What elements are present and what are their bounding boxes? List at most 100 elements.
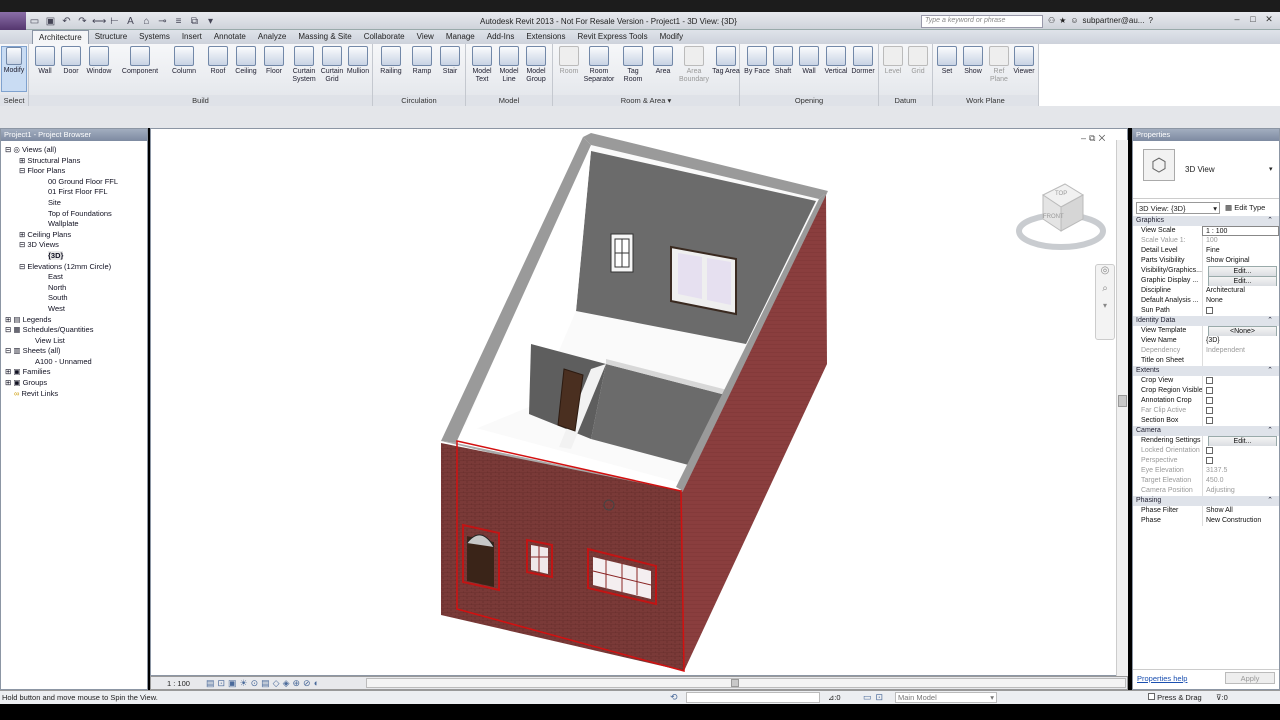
rendering-edit-button[interactable]: Edit... <box>1208 436 1277 446</box>
edit-type-button[interactable]: ▦ Edit Type <box>1223 202 1277 214</box>
aligned-dimension-icon[interactable]: ⊢ <box>108 16 121 27</box>
tree-item-sheets[interactable]: ⊟ ▥ Sheets (all) <box>1 346 147 357</box>
roof-button[interactable]: Roof <box>204 46 232 76</box>
properties-help-link[interactable]: Properties help <box>1137 674 1187 683</box>
subscription-icon[interactable]: ★ <box>1059 16 1066 25</box>
room-separator-button[interactable]: Room Separator <box>581 46 617 84</box>
viewcube-top[interactable]: TOP <box>1055 191 1067 197</box>
tag-area-button[interactable]: Tag Area <box>712 46 740 76</box>
zoom-icon[interactable]: ⌕ <box>1096 283 1114 301</box>
viewport-horizontal-thumb[interactable] <box>731 679 739 687</box>
steering-wheel-icon[interactable]: ◎ <box>1096 265 1114 283</box>
camera-section[interactable]: Camera <box>1133 426 1279 436</box>
locked-orientation-checkbox[interactable] <box>1206 447 1213 454</box>
worksets-icon[interactable]: ⟲ <box>670 692 678 703</box>
tab-systems[interactable]: Systems <box>133 30 176 44</box>
floor-button[interactable]: Floor <box>260 46 288 76</box>
viewcube[interactable]: TOP FRONT <box>1013 181 1113 261</box>
tree-item-north[interactable]: North <box>1 283 147 294</box>
phasing-section[interactable]: Phasing <box>1133 496 1279 506</box>
open-icon[interactable]: ▭ <box>28 16 41 27</box>
set-button[interactable]: Set <box>933 46 961 76</box>
curtain-grid-button[interactable]: Curtain Grid <box>318 46 346 84</box>
redo-icon[interactable]: ↷ <box>76 16 89 27</box>
level-button[interactable]: Level <box>879 46 907 76</box>
annotation-crop-checkbox[interactable] <box>1206 397 1213 404</box>
tab-manage[interactable]: Manage <box>440 30 481 44</box>
modify-button[interactable]: Modify <box>1 46 27 92</box>
tree-item-views-all[interactable]: ⊟ ◎ Views (all) <box>1 145 147 156</box>
instance-selector[interactable]: 3D View: {3D} ▾ <box>1136 202 1220 214</box>
measure-icon[interactable]: ⟷ <box>92 16 106 27</box>
vg-edit-button[interactable]: Edit... <box>1208 266 1277 276</box>
view-minimize-icon[interactable]: – <box>1081 133 1089 143</box>
identity-section[interactable]: Identity Data <box>1133 316 1279 326</box>
tab-massing-site[interactable]: Massing & Site <box>292 30 357 44</box>
model-group-button[interactable]: Model Group <box>522 46 550 84</box>
section-box-checkbox[interactable] <box>1206 417 1213 424</box>
nav-options-icon[interactable]: ▾ <box>1096 301 1114 319</box>
apply-button[interactable]: Apply <box>1225 672 1275 684</box>
show-button[interactable]: Show <box>959 46 987 76</box>
shaft-button[interactable]: Shaft <box>769 46 797 76</box>
press-drag-checkbox[interactable] <box>1148 693 1155 700</box>
help-icon[interactable]: ? <box>1148 16 1152 25</box>
view-close-icon[interactable]: ✕ <box>1098 133 1108 143</box>
maximize-icon[interactable]: □ <box>1246 14 1260 26</box>
save-icon[interactable]: ▣ <box>44 16 57 27</box>
tree-item-groups[interactable]: ⊞ ▣ Groups <box>1 378 147 389</box>
gdo-edit-button[interactable]: Edit... <box>1208 276 1277 286</box>
opening-wall-button[interactable]: Wall <box>795 46 823 76</box>
grid-button[interactable]: Grid <box>904 46 932 76</box>
door-button[interactable]: Door <box>57 46 85 76</box>
far-clip-checkbox[interactable] <box>1206 407 1213 414</box>
selection-filter[interactable]: ⊽:0 <box>1216 693 1228 702</box>
view-control-icons[interactable]: ▤⊡▣☀⊙▤◇◈⊕⊘◐ <box>206 678 322 689</box>
tab-annotate[interactable]: Annotate <box>208 30 252 44</box>
tree-item-ground-floor[interactable]: 00 Ground Floor FFL <box>1 177 147 188</box>
tab-add-ins[interactable]: Add-Ins <box>481 30 521 44</box>
viewer-button[interactable]: Viewer <box>1010 46 1038 76</box>
curtain-system-button[interactable]: Curtain System <box>290 46 318 84</box>
area-button[interactable]: Area <box>649 46 677 76</box>
crop-region-checkbox[interactable] <box>1206 387 1213 394</box>
tree-item-south[interactable]: South <box>1 293 147 304</box>
section-icon[interactable]: ⊸ <box>156 16 169 27</box>
tree-item-site[interactable]: Site <box>1 198 147 209</box>
column-button[interactable]: Column <box>170 46 198 76</box>
tree-item-structural-plans[interactable]: ⊞ Structural Plans <box>1 156 147 167</box>
wall-button[interactable]: Wall <box>31 46 59 76</box>
tree-item-elevations[interactable]: ⊟ Elevations (12mm Circle) <box>1 262 147 273</box>
tab-architecture[interactable]: Architecture <box>32 30 89 44</box>
press-drag-toggle[interactable]: Press & Drag <box>1148 692 1202 702</box>
railing-button[interactable]: Railing <box>377 46 405 76</box>
tab-insert[interactable]: Insert <box>176 30 208 44</box>
tree-item-3d-views[interactable]: ⊟ 3D Views <box>1 240 147 251</box>
type-selector[interactable]: ⬡ 3D View ▾ <box>1133 141 1279 199</box>
graphics-section[interactable]: Graphics <box>1133 216 1279 226</box>
design-options-counter[interactable]: ⊿:0 <box>828 693 841 702</box>
crop-view-checkbox[interactable] <box>1206 377 1213 384</box>
component-button[interactable]: Component <box>121 46 159 76</box>
tab-extensions[interactable]: Extensions <box>520 30 571 44</box>
by-face-button[interactable]: By Face <box>743 46 771 76</box>
tree-item-schedules[interactable]: ⊟ ▦ Schedules/Quantities <box>1 325 147 336</box>
qat-dropdown-icon[interactable]: ▾ <box>204 16 217 27</box>
model-text-button[interactable]: Model Text <box>468 46 496 84</box>
search-input[interactable]: Type a keyword or phrase <box>921 15 1043 28</box>
tree-item-legends[interactable]: ⊞ ▤ Legends <box>1 315 147 326</box>
minimize-icon[interactable]: – <box>1230 14 1244 26</box>
tree-item-first-floor[interactable]: 01 First Floor FFL <box>1 187 147 198</box>
tree-item-families[interactable]: ⊞ ▣ Families <box>1 367 147 378</box>
viewport-horizontal-scrollbar[interactable] <box>366 678 1126 688</box>
ref-plane-button[interactable]: Ref Plane <box>985 46 1013 84</box>
application-menu-button[interactable] <box>0 12 26 30</box>
room-button[interactable]: Room <box>555 46 583 76</box>
close-windows-icon[interactable]: ⧉ <box>188 16 201 27</box>
close-icon[interactable]: ✕ <box>1262 14 1276 26</box>
room-area-panel-label[interactable]: Room & Area ▾ <box>553 95 739 106</box>
user-icon[interactable]: ☺ <box>1070 16 1078 25</box>
tree-item-revit-links[interactable]: ∞ Revit Links <box>1 389 147 400</box>
view-template-button[interactable]: <None> <box>1208 326 1277 336</box>
tag-room-button[interactable]: Tag Room <box>619 46 647 84</box>
